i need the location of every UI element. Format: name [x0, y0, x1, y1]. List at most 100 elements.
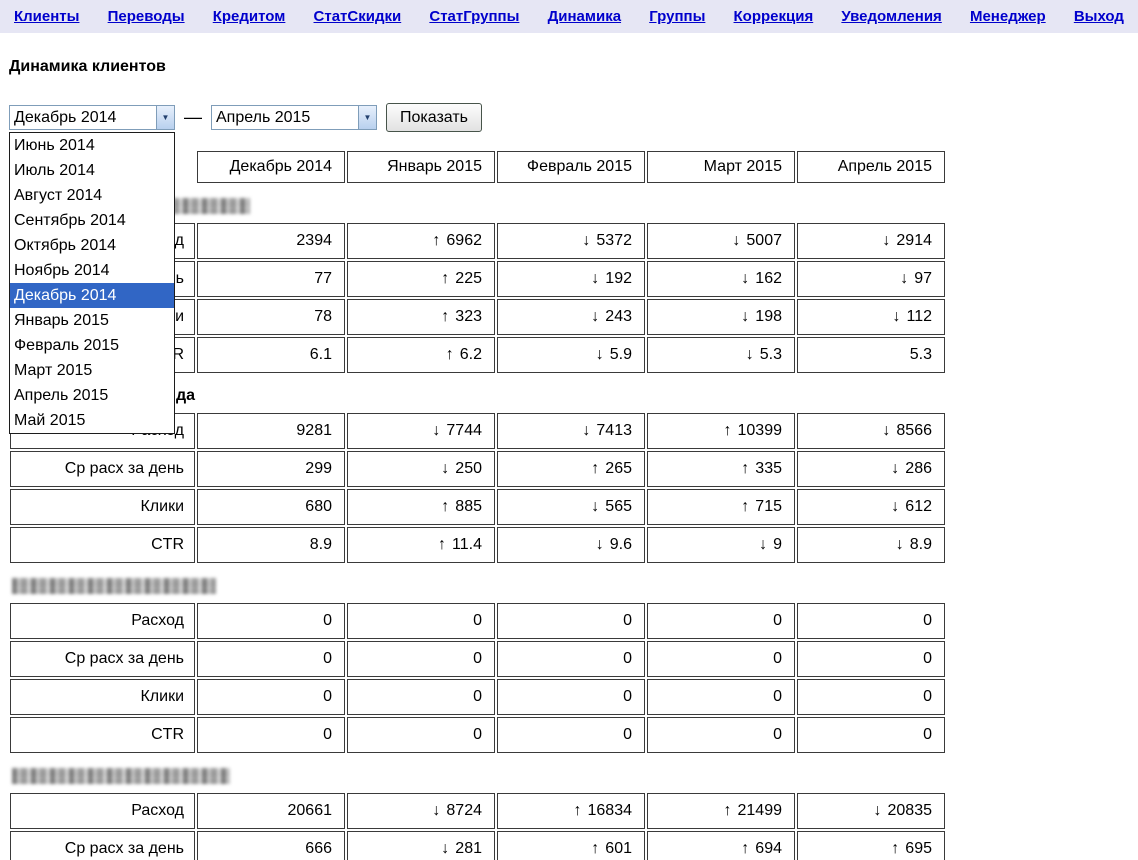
value-cell: 20661: [197, 793, 345, 829]
month-option[interactable]: Август 2014: [10, 183, 174, 208]
up-arrow-icon: ↑: [432, 232, 441, 249]
value-cell: ↓ 2914: [797, 223, 945, 259]
cell-value: 0: [623, 688, 632, 705]
month-option[interactable]: Июль 2014: [10, 158, 174, 183]
cell-value: 0: [473, 688, 482, 705]
cell-value: 0: [323, 612, 332, 629]
row-label: Ср расх за день: [10, 451, 195, 487]
cell-value: 162: [755, 270, 782, 287]
table-row: Клики 680 ↑ 885 ↓ 565 ↑ 715 ↓ 612: [10, 489, 945, 525]
month-range-end-select[interactable]: Апрель 2015 ▼: [211, 105, 377, 130]
value-cell: 299: [197, 451, 345, 487]
month-option[interactable]: Март 2015: [10, 358, 174, 383]
cell-value: 0: [773, 612, 782, 629]
value-cell: ↓ 20835: [797, 793, 945, 829]
cell-value: 0: [473, 612, 482, 629]
nav-link[interactable]: Кредитом: [213, 8, 286, 25]
row-label: CTR: [10, 527, 195, 563]
value-cell: 0: [197, 603, 345, 639]
value-cell: ↓ 5.3: [647, 337, 795, 373]
value-cell: 0: [647, 679, 795, 715]
section-header-row: [10, 755, 945, 791]
down-arrow-icon: ↓: [591, 308, 600, 325]
value-cell: 0: [347, 641, 495, 677]
cell-value: 9.6: [609, 536, 632, 553]
cell-value: 0: [773, 650, 782, 667]
chevron-down-icon[interactable]: ▼: [358, 106, 376, 129]
cell-value: 885: [455, 498, 482, 515]
show-button[interactable]: Показать: [386, 103, 483, 132]
month-option[interactable]: Февраль 2015: [10, 333, 174, 358]
up-arrow-icon: ↑: [573, 802, 582, 819]
redacted-client-name: [12, 577, 216, 594]
row-label: Клики: [10, 679, 195, 715]
value-cell: ↑ 715: [647, 489, 795, 525]
cell-value: 192: [605, 270, 632, 287]
client-section-name: [10, 565, 945, 601]
value-cell: 0: [797, 641, 945, 677]
cell-value: 9: [773, 536, 782, 553]
cell-value: 8.9: [309, 536, 332, 553]
month-range-start-select[interactable]: Декабрь 2014 ▼: [9, 105, 175, 130]
value-cell: ↑ 6962: [347, 223, 495, 259]
cell-value: 565: [605, 498, 632, 515]
month-dropdown-list: Июнь 2014 Июль 2014 Август 2014 Сентябрь 20…: [9, 132, 175, 434]
value-cell: ↓ 5.9: [497, 337, 645, 373]
month-option[interactable]: Январь 2015: [10, 308, 174, 333]
nav-link[interactable]: СтатГруппы: [429, 8, 519, 25]
month-option[interactable]: Октябрь 2014: [10, 233, 174, 258]
nav-link[interactable]: Коррекция: [734, 8, 814, 25]
value-cell: 0: [197, 641, 345, 677]
nav-link[interactable]: Динамика: [548, 8, 621, 25]
cell-value: 0: [773, 688, 782, 705]
month-option[interactable]: Ноябрь 2014: [10, 258, 174, 283]
value-cell: 0: [347, 717, 495, 753]
nav-link[interactable]: Переводы: [108, 8, 185, 25]
cell-value: 0: [323, 726, 332, 743]
cell-value: 16834: [587, 802, 633, 819]
value-cell: ↑ 21499: [647, 793, 795, 829]
column-header: Март 2015: [647, 151, 795, 183]
nav-link[interactable]: СтатСкидки: [314, 8, 402, 25]
cell-value: 612: [905, 498, 932, 515]
value-cell: 8.9: [197, 527, 345, 563]
value-cell: ↓ 565: [497, 489, 645, 525]
cell-value: 0: [473, 650, 482, 667]
client-section-name: [10, 755, 945, 791]
range-separator: —: [184, 107, 202, 127]
cell-value: 323: [455, 308, 482, 325]
cell-value: 20661: [287, 802, 333, 819]
cell-value: 11.4: [452, 536, 482, 553]
chevron-down-icon[interactable]: ▼: [156, 106, 174, 129]
value-cell: ↓ 162: [647, 261, 795, 297]
cell-value: 695: [905, 840, 932, 857]
nav-link[interactable]: Выход: [1074, 8, 1124, 25]
down-arrow-icon: ↓: [895, 536, 904, 553]
table-row: Ср расх за день 0 0 0 0 0: [10, 641, 945, 677]
month-option[interactable]: Декабрь 2014: [10, 283, 174, 308]
nav-link[interactable]: Уведомления: [841, 8, 941, 25]
row-label: Ср расх за день: [10, 831, 195, 860]
month-option[interactable]: Апрель 2015: [10, 383, 174, 408]
down-arrow-icon: ↓: [591, 270, 600, 287]
nav-link[interactable]: Группы: [649, 8, 705, 25]
month-option[interactable]: Май 2015: [10, 408, 174, 433]
value-cell: 2394: [197, 223, 345, 259]
end-select-value: Апрель 2015: [216, 108, 311, 126]
month-option[interactable]: Июнь 2014: [10, 133, 174, 158]
month-option[interactable]: Сентябрь 2014: [10, 208, 174, 233]
value-cell: 0: [497, 679, 645, 715]
down-arrow-icon: ↓: [759, 536, 768, 553]
value-cell: ↑ 335: [647, 451, 795, 487]
value-cell: ↓ 7413: [497, 413, 645, 449]
cell-value: 680: [305, 498, 332, 515]
nav-link[interactable]: Менеджер: [970, 8, 1046, 25]
cell-value: 6.1: [309, 346, 332, 363]
cell-value: 21499: [737, 802, 783, 819]
cell-value: 335: [755, 460, 782, 477]
down-arrow-icon: ↓: [882, 232, 891, 249]
value-cell: 0: [197, 717, 345, 753]
nav-link[interactable]: Клиенты: [14, 8, 79, 25]
down-arrow-icon: ↓: [732, 232, 741, 249]
value-cell: ↓ 250: [347, 451, 495, 487]
